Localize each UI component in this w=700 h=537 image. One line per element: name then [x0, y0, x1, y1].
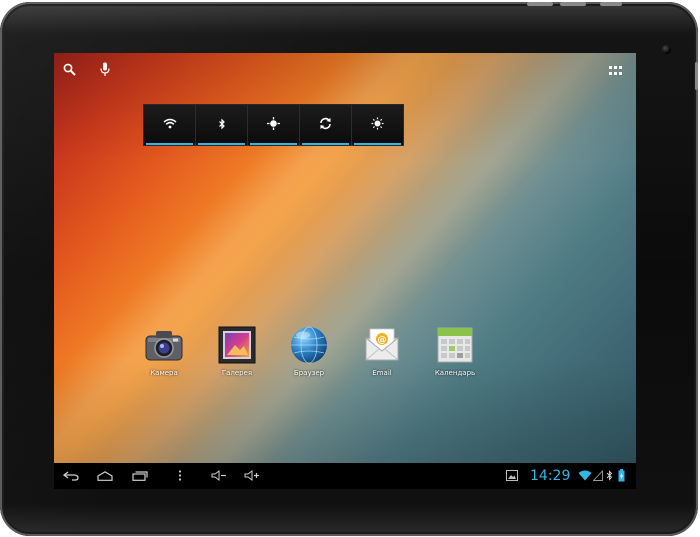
- wifi-icon: [163, 118, 177, 132]
- globe-icon: [289, 325, 329, 365]
- gps-icon: [267, 117, 280, 133]
- home-screen: Камера Галерея Браузер @ Email Календарь…: [54, 53, 636, 489]
- brightness-toggle[interactable]: [352, 105, 403, 145]
- app-calendar-label: Календарь: [434, 369, 476, 377]
- wifi-toggle[interactable]: [144, 105, 196, 145]
- signal-strength-icon: [592, 469, 603, 484]
- app-gallery[interactable]: Галерея: [207, 325, 267, 377]
- email-icon: @: [362, 325, 402, 365]
- app-email[interactable]: @ Email: [352, 325, 412, 377]
- bluetooth-icon: [606, 470, 613, 484]
- power-hardware-button[interactable]: [600, 2, 622, 6]
- bluetooth-active-indicator: [198, 143, 245, 145]
- sync-toggle[interactable]: [300, 105, 352, 145]
- power-control-widget: [143, 104, 404, 146]
- brightness-icon: [371, 117, 384, 133]
- sync-active-indicator: [302, 143, 349, 145]
- search-icon[interactable]: [63, 63, 76, 79]
- calendar-icon: [435, 325, 475, 365]
- screenshot-notification-icon[interactable]: [506, 470, 518, 484]
- app-browser[interactable]: Браузер: [279, 325, 339, 377]
- volume-up-icon[interactable]: [244, 470, 260, 484]
- battery-charging-icon: [618, 469, 625, 485]
- menu-icon[interactable]: [178, 470, 182, 484]
- app-calendar[interactable]: Календарь: [425, 325, 485, 377]
- side-hardware-button[interactable]: [695, 62, 698, 90]
- gps-toggle[interactable]: [248, 105, 300, 145]
- app-browser-label: Браузер: [293, 369, 325, 377]
- all-apps-grid-icon[interactable]: [609, 66, 623, 76]
- app-gallery-label: Галерея: [221, 369, 253, 377]
- clock: 14:29: [530, 468, 571, 484]
- wifi-signal-icon: [578, 470, 592, 484]
- system-bar: 14:29: [54, 463, 636, 489]
- wifi-active-indicator: [146, 143, 193, 145]
- app-email-label: Email: [372, 369, 392, 377]
- app-camera[interactable]: Камера: [134, 325, 194, 377]
- microphone-icon[interactable]: [100, 62, 110, 80]
- bluetooth-toggle[interactable]: [196, 105, 248, 145]
- tablet-bezel: Камера Галерея Браузер @ Email Календарь…: [0, 2, 698, 536]
- gallery-icon: [217, 325, 257, 365]
- recent-apps-icon[interactable]: [132, 471, 148, 484]
- brightness-active-indicator: [354, 143, 401, 145]
- top-hardware-button[interactable]: [527, 2, 553, 6]
- volume-down-icon[interactable]: [211, 470, 227, 484]
- app-camera-label: Камера: [150, 369, 178, 377]
- back-icon[interactable]: [62, 471, 79, 484]
- svg-text:@: @: [378, 336, 387, 346]
- sync-icon: [319, 117, 332, 133]
- gps-active-indicator: [250, 143, 297, 145]
- home-icon[interactable]: [97, 471, 113, 484]
- front-camera: [662, 45, 671, 54]
- camera-icon: [144, 325, 184, 365]
- top-hardware-button-2[interactable]: [560, 2, 586, 6]
- bluetooth-icon: [218, 118, 226, 133]
